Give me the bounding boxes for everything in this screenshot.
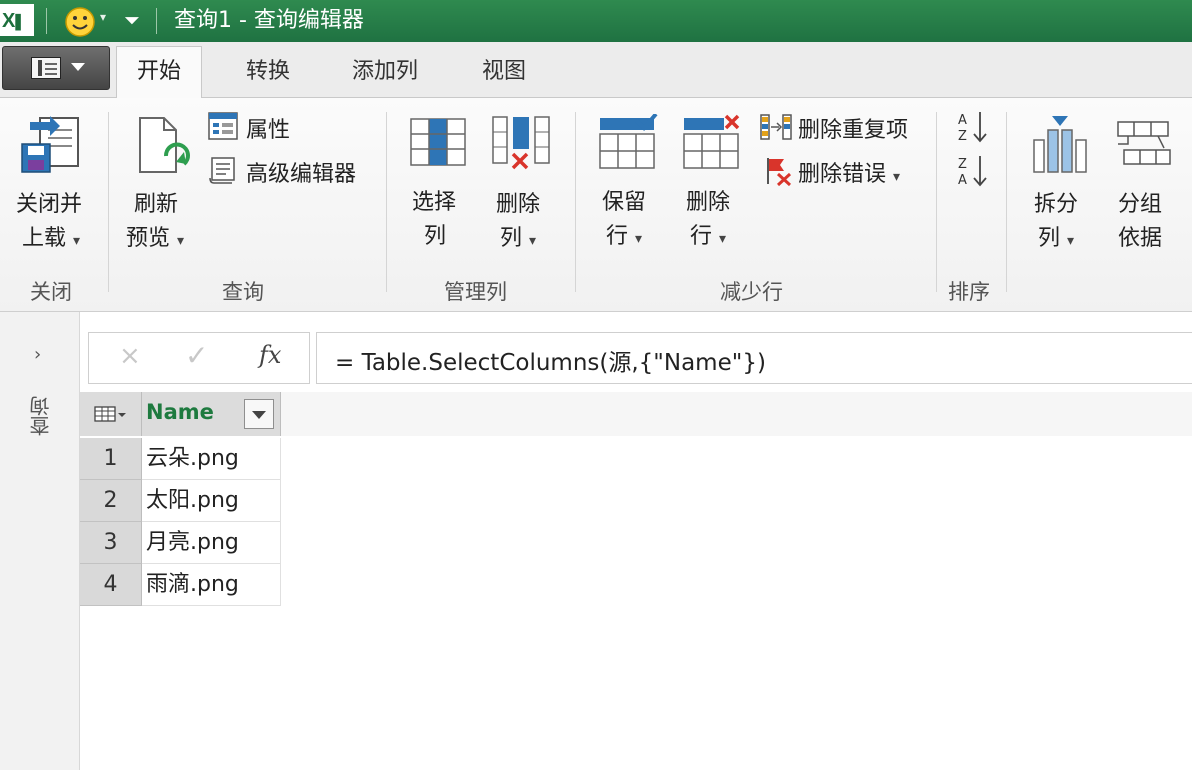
- excel-icon[interactable]: X▌: [0, 4, 34, 36]
- chevron-down-icon: ▾: [177, 233, 185, 249]
- choose-columns-icon: [410, 118, 466, 166]
- table-cell[interactable]: 云朵.png: [142, 438, 281, 480]
- tab-view[interactable]: 视图: [482, 52, 526, 92]
- properties-icon: [208, 112, 238, 140]
- table-icon: [94, 406, 126, 422]
- chevron-down-icon: ▾: [635, 231, 643, 247]
- remove-columns-icon: [492, 116, 550, 170]
- group-separator: [386, 112, 387, 292]
- group-label-sort: 排序: [948, 280, 990, 304]
- group-separator: [1006, 112, 1007, 292]
- advanced-editor-icon: [209, 157, 235, 184]
- svg-text:A: A: [958, 113, 967, 128]
- row-number[interactable]: 1: [80, 438, 142, 480]
- remove-errors-label: 删除错误 ▾: [798, 162, 901, 187]
- refresh-label-1: 刷新: [134, 192, 179, 217]
- remove-columns-label-2: 列 ▾: [500, 226, 537, 251]
- refresh-label-2: 预览 ▾: [126, 226, 185, 251]
- group-by-label-1: 分组: [1118, 192, 1163, 217]
- close-and-load-label-1: 关闭并: [16, 192, 83, 217]
- svg-text:A: A: [958, 173, 967, 188]
- close-and-load-label-2: 上载 ▾: [22, 226, 81, 251]
- tab-add-column[interactable]: 添加列: [352, 52, 418, 92]
- group-separator: [108, 112, 109, 292]
- table-cell[interactable]: 雨滴.png: [142, 564, 281, 606]
- file-menu-button[interactable]: [2, 46, 110, 90]
- formula-input[interactable]: = Table.SelectColumns(源,{"Name"}): [316, 332, 1192, 384]
- svg-text:Z: Z: [958, 129, 967, 144]
- group-separator: [575, 112, 576, 292]
- svg-text:Z: Z: [958, 157, 967, 172]
- ribbon-tab-row: 开始 转换 添加列 视图: [0, 42, 1192, 99]
- column-filter-dropdown-icon[interactable]: [244, 399, 274, 429]
- title-bar: X▌ ▾ ⏷ 查询1 - 查询编辑器: [0, 0, 1192, 42]
- group-by-label-2: 依据: [1118, 226, 1163, 251]
- split-column-icon: [1033, 116, 1087, 173]
- remove-duplicates-label: 删除重复项: [798, 118, 909, 143]
- tab-home[interactable]: 开始: [116, 46, 203, 99]
- group-separator: [936, 112, 937, 292]
- quick-access-customize-icon[interactable]: ⏷: [124, 8, 140, 32]
- group-label-query: 查询: [222, 280, 264, 304]
- confirm-icon[interactable]: ✓: [185, 339, 208, 372]
- remove-duplicates-icon: [760, 114, 792, 140]
- group-by-icon: [1117, 121, 1171, 165]
- queries-pane: › 查询: [0, 312, 80, 770]
- remove-rows-label-2: 行 ▾: [690, 224, 727, 249]
- group-label-reduce-rows: 减少行: [720, 280, 783, 304]
- chevron-down-icon: ▾: [893, 169, 901, 185]
- keep-rows-icon: [599, 114, 658, 169]
- split-column-label-2: 列 ▾: [1038, 226, 1075, 251]
- queries-pane-label[interactable]: 查询: [26, 396, 55, 436]
- ribbon: 关闭并 上载 ▾ 关闭 刷新 预览 ▾ 属性 高级编辑器 查询 选择 列 删除 …: [0, 98, 1192, 312]
- row-number[interactable]: 3: [80, 522, 142, 564]
- smiley-dropdown-icon[interactable]: ▾: [100, 10, 106, 24]
- formula-text: = Table.SelectColumns(源,{"Name"}): [335, 350, 766, 376]
- remove-rows-label-1: 删除: [686, 190, 731, 215]
- chevron-down-icon: ▾: [529, 233, 537, 249]
- group-label-close: 关闭: [30, 280, 72, 304]
- title-separator: [46, 8, 47, 34]
- column-header-label: Name: [146, 400, 214, 424]
- close-and-load-icon: [21, 116, 79, 173]
- row-number[interactable]: 2: [80, 480, 142, 522]
- column-header-name[interactable]: Name: [142, 392, 281, 436]
- remove-columns-label-1: 删除: [496, 192, 541, 217]
- cancel-icon[interactable]: ×: [119, 341, 141, 371]
- row-number[interactable]: 4: [80, 564, 142, 606]
- chevron-down-icon: [71, 63, 85, 71]
- chevron-down-icon: ▾: [719, 231, 727, 247]
- split-column-label-1: 拆分: [1034, 192, 1079, 217]
- table-cell[interactable]: 太阳.png: [142, 480, 281, 522]
- formula-controls: × ✓ fx: [88, 332, 310, 384]
- properties-label: 属性: [246, 118, 291, 143]
- tab-transform[interactable]: 转换: [246, 52, 290, 92]
- function-icon[interactable]: fx: [259, 341, 281, 369]
- group-label-manage-columns: 管理列: [444, 280, 507, 304]
- chevron-down-icon: ▾: [73, 233, 81, 249]
- remove-rows-icon: [683, 114, 740, 169]
- table-cell[interactable]: 月亮.png: [142, 522, 281, 564]
- remove-errors-icon: [767, 158, 792, 186]
- choose-columns-label-1: 选择: [412, 190, 457, 215]
- keep-rows-label-2: 行 ▾: [606, 224, 643, 249]
- choose-columns-label-2: 列: [424, 224, 447, 249]
- smiley-feedback-icon[interactable]: [64, 6, 96, 38]
- window-title: 查询1 - 查询编辑器: [174, 8, 364, 33]
- title-separator-2: [156, 8, 157, 34]
- keep-rows-label-1: 保留: [602, 190, 647, 215]
- sort-descending-icon[interactable]: Z A: [956, 154, 990, 188]
- sort-ascending-icon[interactable]: A Z: [956, 110, 990, 144]
- expand-pane-icon[interactable]: ›: [34, 344, 41, 365]
- advanced-editor-label: 高级编辑器: [246, 162, 357, 187]
- chevron-down-icon: ▾: [1067, 233, 1075, 249]
- file-menu-icon: [31, 57, 61, 79]
- table-menu-button[interactable]: [80, 392, 142, 436]
- refresh-icon: [139, 117, 190, 173]
